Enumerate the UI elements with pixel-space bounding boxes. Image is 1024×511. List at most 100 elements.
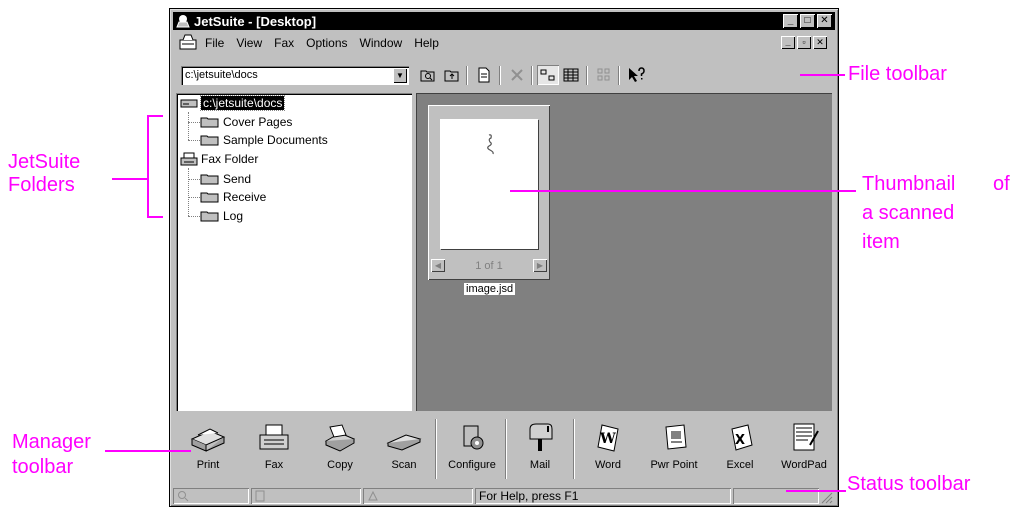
powerpoint-icon xyxy=(665,424,687,450)
tree-item-send[interactable]: Send xyxy=(200,171,251,187)
manager-label: Scan xyxy=(391,459,417,471)
prev-page-button[interactable]: ◀ xyxy=(431,259,445,272)
status-link-cell[interactable] xyxy=(363,488,473,504)
next-page-button[interactable]: ▶ xyxy=(533,259,547,272)
thumbnail-page[interactable] xyxy=(440,119,538,249)
folders-bracket-vertical xyxy=(147,115,149,217)
menu-fax[interactable]: Fax xyxy=(274,36,294,50)
menu-options[interactable]: Options xyxy=(306,36,347,50)
powerpoint-button[interactable]: Pwr Point xyxy=(643,421,705,481)
manager-divider xyxy=(573,419,575,479)
toolbar-divider xyxy=(531,66,533,85)
tree-root-label: c:\jetsuite\docs xyxy=(199,95,286,111)
menu-help[interactable]: Help xyxy=(414,36,439,50)
manager-label: WordPad xyxy=(781,459,827,471)
folder-icon xyxy=(200,135,219,146)
toolbar-divider xyxy=(499,66,501,85)
context-help-button[interactable] xyxy=(625,65,647,85)
doc-restore-button[interactable]: ▫ xyxy=(797,36,811,49)
thumbnail-callout-line xyxy=(510,190,856,192)
status-help-text: For Help, press F1 xyxy=(475,488,731,504)
manager-annotation-line2: toolbar xyxy=(12,456,74,478)
large-icons-view-button[interactable] xyxy=(537,65,559,85)
folder-icon xyxy=(200,117,219,128)
mail-button[interactable]: Mail xyxy=(509,421,571,481)
tree-item-sample-documents[interactable]: Sample Documents xyxy=(200,132,328,148)
browse-folder-button[interactable] xyxy=(417,65,439,85)
manager-label: Mail xyxy=(529,459,551,471)
tree-item-log[interactable]: Log xyxy=(200,208,243,224)
file-toolbar-annotation: File toolbar xyxy=(848,63,947,85)
resize-grip-icon[interactable] xyxy=(819,490,833,504)
tree-root-docs[interactable]: c:\jetsuite\docs xyxy=(180,95,286,111)
tree-label: Send xyxy=(223,172,252,186)
tree-label: Fax Folder xyxy=(201,152,259,166)
delete-button[interactable] xyxy=(506,65,528,85)
app-icon xyxy=(176,15,190,28)
thumbnail-card[interactable]: ◀ 1 of 1 ▶ xyxy=(428,105,550,280)
wordpad-button[interactable]: WordPad xyxy=(773,421,835,481)
copier-icon xyxy=(324,424,356,452)
details-view-button[interactable] xyxy=(560,65,582,85)
magnifier-icon xyxy=(178,491,189,502)
svg-text:X: X xyxy=(735,433,745,448)
path-combobox[interactable]: c:\jetsuite\docs ▼ xyxy=(181,66,409,85)
configure-button[interactable]: Configure xyxy=(441,421,503,481)
wordpad-icon xyxy=(793,423,819,451)
thumbnail-workspace: ◀ 1 of 1 ▶ image.jsd xyxy=(416,93,832,411)
tree-item-receive[interactable]: Receive xyxy=(200,189,266,205)
excel-button[interactable]: X Excel xyxy=(709,421,771,481)
details-view-icon xyxy=(563,68,579,82)
thumbnail-annotation-line1: Thumbnail xyxy=(862,173,956,195)
arrange-button[interactable] xyxy=(593,65,615,85)
manager-label: Pwr Point xyxy=(650,459,698,471)
menu-view[interactable]: View xyxy=(236,36,262,50)
page-icon xyxy=(255,490,265,502)
properties-button[interactable] xyxy=(473,65,495,85)
tree-label: Sample Documents xyxy=(223,133,328,147)
copy-button[interactable]: Copy xyxy=(309,421,371,481)
menu-file[interactable]: File xyxy=(205,36,224,50)
thumbnail-annotation-line3: item xyxy=(862,231,900,253)
maximize-button[interactable]: □ xyxy=(800,14,815,28)
thumbnail-annotation-line2: a scanned xyxy=(862,202,955,224)
doc-close-button[interactable]: ✕ xyxy=(813,36,827,49)
scan-button[interactable]: Scan xyxy=(373,421,435,481)
fax-button[interactable]: Fax xyxy=(243,421,305,481)
manager-label: Copy xyxy=(327,459,353,471)
status-toolbar: For Help, press F1 xyxy=(173,487,835,505)
status-callout-line xyxy=(786,490,846,492)
mailbox-icon xyxy=(529,423,553,451)
menu-window[interactable]: Window xyxy=(360,36,403,50)
folder-search-icon xyxy=(420,70,435,82)
title-bar[interactable]: JetSuite - [Desktop] _ □ ✕ xyxy=(173,12,835,30)
fax-icon xyxy=(259,424,289,450)
scanned-figure-icon xyxy=(487,134,494,155)
minimize-button[interactable]: _ xyxy=(783,14,798,28)
status-page-cell[interactable] xyxy=(251,488,361,504)
document-window-icon[interactable] xyxy=(177,34,199,52)
menu-bar: File View Fax Options Window Help _ ▫ ✕ xyxy=(173,33,835,53)
tree-item-fax-folder[interactable]: Fax Folder xyxy=(180,151,258,167)
manager-label: Excel xyxy=(726,459,754,471)
help-arrow-icon xyxy=(629,67,645,82)
doc-minimize-button[interactable]: _ xyxy=(781,36,795,49)
thumbnail-filename[interactable]: image.jsd xyxy=(464,283,516,295)
thumbnail-nav: ◀ 1 of 1 ▶ xyxy=(431,258,547,273)
link-icon xyxy=(368,490,378,501)
folder-icon xyxy=(200,192,219,203)
svg-text:W: W xyxy=(599,431,616,447)
file-toolbar: c:\jetsuite\docs ▼ xyxy=(173,63,835,87)
close-button[interactable]: ✕ xyxy=(817,14,832,28)
tree-label: Cover Pages xyxy=(223,115,293,129)
window-title: JetSuite - [Desktop] xyxy=(194,13,317,29)
up-folder-button[interactable] xyxy=(441,65,463,85)
drive-icon xyxy=(180,99,198,108)
status-toolbar-annotation: Status toolbar xyxy=(847,473,971,495)
tree-item-cover-pages[interactable]: Cover Pages xyxy=(200,114,292,130)
jetsuite-folders-tree: c:\jetsuite\docs Cover Pages Sample Docu… xyxy=(176,93,412,411)
tree-label: Log xyxy=(223,209,244,223)
chevron-down-icon[interactable]: ▼ xyxy=(393,68,407,83)
status-zoom-cell[interactable] xyxy=(173,488,249,504)
word-button[interactable]: W Word xyxy=(577,421,639,481)
